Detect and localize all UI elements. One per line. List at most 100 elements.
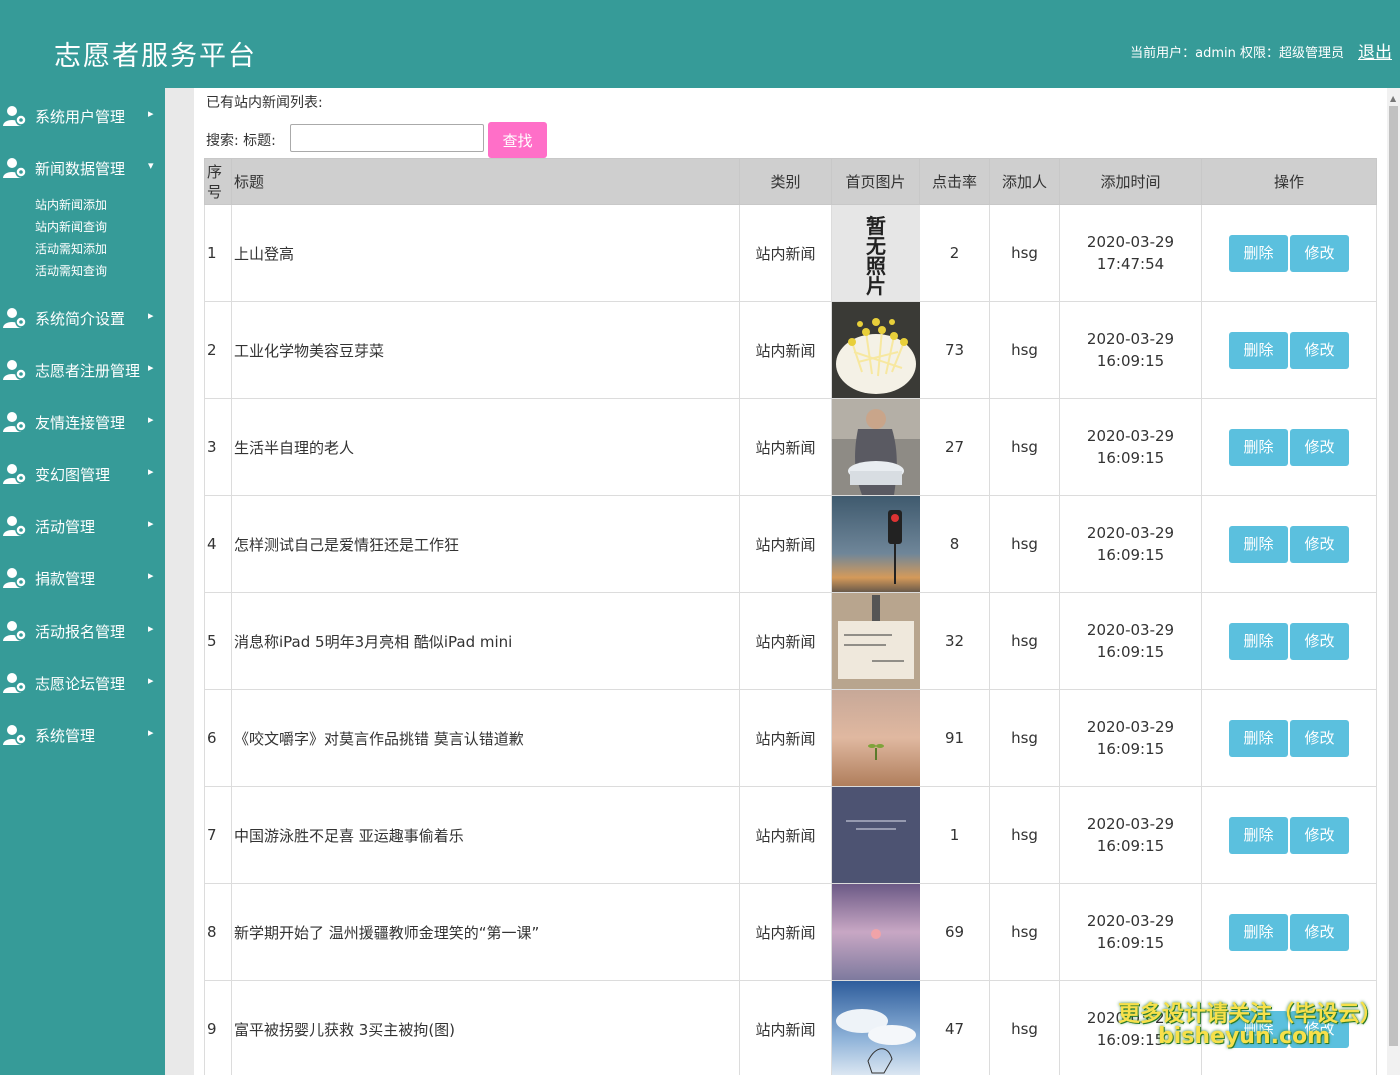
- edit-button[interactable]: 修改: [1290, 913, 1349, 951]
- user-group-icon: [3, 463, 27, 485]
- cell-time: 2020-03-29 16:09:15: [1059, 398, 1202, 496]
- cell-clock: 16:09:15: [1096, 643, 1165, 661]
- sidebar-subitem-2[interactable]: 活动需知添加: [35, 240, 107, 257]
- user-group-icon: [3, 307, 27, 329]
- cell-clock: 16:09:15: [1096, 546, 1165, 564]
- col-header-actions: 操作: [1201, 158, 1377, 205]
- user-group-icon: [3, 672, 27, 694]
- cell-id: 5: [204, 592, 232, 690]
- logout-link[interactable]: 退出: [1358, 38, 1392, 63]
- cell-category: 站内新闻: [739, 204, 832, 302]
- cell-clicks: 1: [919, 786, 990, 884]
- delete-button[interactable]: 删除: [1229, 234, 1288, 272]
- sidebar-item-0[interactable]: 系统用户管理 ▸: [0, 100, 165, 132]
- sidebar-subitem-1[interactable]: 站内新闻查询: [35, 218, 107, 235]
- sidebar-subitem-0[interactable]: 站内新闻添加: [35, 196, 107, 213]
- cell-thumbnail: [831, 495, 920, 593]
- sidebar-item-3[interactable]: 志愿者注册管理 ▸: [0, 354, 165, 386]
- scroll-thumb[interactable]: [1389, 106, 1398, 1046]
- cell-title: 生活半自理的老人: [231, 398, 740, 496]
- cell-date: 2020-03-29: [1086, 718, 1175, 736]
- sprout-photo: [832, 690, 920, 786]
- user-group-icon: [3, 620, 27, 642]
- cell-author: hsg: [989, 301, 1060, 399]
- chevron-right-icon: ▸: [148, 674, 154, 687]
- search-button[interactable]: 查找: [488, 122, 547, 158]
- chevron-right-icon: ▸: [148, 309, 154, 322]
- search-label: 搜索: 标题:: [206, 133, 276, 149]
- scroll-up-arrow-icon[interactable]: ▲: [1390, 94, 1396, 103]
- handwritten-note-photo: [832, 593, 920, 689]
- sidebar-item-label: 系统管理: [35, 727, 96, 745]
- search-title-input[interactable]: [290, 124, 484, 152]
- delete-button[interactable]: 删除: [1229, 719, 1288, 757]
- edit-button[interactable]: 修改: [1290, 331, 1349, 369]
- chevron-right-icon: ▸: [148, 569, 154, 582]
- cell-actions: 删除 修改: [1201, 495, 1377, 593]
- cell-thumbnail: [831, 301, 920, 399]
- sidebar-item-1[interactable]: 新闻数据管理 ▾: [0, 152, 165, 184]
- sidebar-item-2[interactable]: 系统简介设置 ▸: [0, 302, 165, 334]
- cell-actions: 删除 修改: [1201, 301, 1377, 399]
- delete-button[interactable]: 删除: [1229, 913, 1288, 951]
- sidebar-item-10[interactable]: 系统管理 ▸: [0, 719, 165, 751]
- cell-id: 9: [204, 980, 232, 1075]
- main-content: 已有站内新闻列表: 搜索: 标题: 查找 序号 标题 类别 首页图片 点击率 添…: [194, 88, 1387, 1075]
- cell-thumbnail: [831, 592, 920, 690]
- cell-author: hsg: [989, 204, 1060, 302]
- edit-button[interactable]: 修改: [1290, 428, 1349, 466]
- sidebar-item-7[interactable]: 捐款管理 ▸: [0, 562, 165, 594]
- cell-clock: 16:09:15: [1096, 740, 1165, 758]
- sidebar-item-label: 志愿论坛管理: [35, 675, 126, 693]
- sidebar: 系统用户管理 ▸ 新闻数据管理 ▾ 系统简介设置 ▸ 志愿者注册管理 ▸ 友情连接管理 ▸ 变幻图管…: [0, 88, 165, 1075]
- sidebar-item-9[interactable]: 志愿论坛管理 ▸: [0, 667, 165, 699]
- sidebar-item-8[interactable]: 活动报名管理 ▸: [0, 615, 165, 647]
- cell-clock: 17:47:54: [1096, 255, 1165, 273]
- cell-clicks: 47: [919, 980, 990, 1075]
- table-row: 3 生活半自理的老人 站内新闻 27 hsg 2020-03-29 16:09:15 删除 修改: [204, 398, 1377, 496]
- app-title: 志愿者服务平台: [54, 41, 257, 72]
- cell-time: 2020-03-29 17:47:54: [1059, 204, 1202, 302]
- text-card-photo: [832, 787, 920, 883]
- edit-button[interactable]: 修改: [1290, 719, 1349, 757]
- cell-title: 中国游泳胜不足喜 亚运趣事偷着乐: [231, 786, 740, 884]
- cell-title: 怎样测试自己是爱情狂还是工作狂: [231, 495, 740, 593]
- cell-actions: 删除 修改: [1201, 592, 1377, 690]
- edit-button[interactable]: 修改: [1290, 622, 1349, 660]
- cell-clicks: 2: [919, 204, 990, 302]
- user-group-icon: [3, 567, 27, 589]
- edit-button[interactable]: 修改: [1290, 525, 1349, 563]
- delete-button[interactable]: 删除: [1229, 622, 1288, 660]
- user-group-icon: [3, 515, 27, 537]
- edit-button[interactable]: 修改: [1290, 816, 1349, 854]
- delete-button[interactable]: 删除: [1229, 816, 1288, 854]
- cell-clock: 16:09:15: [1096, 352, 1165, 370]
- sidebar-subitem-3[interactable]: 活动需知查询: [35, 262, 107, 279]
- chevron-right-icon: ▸: [148, 107, 154, 120]
- cell-clock: 16:09:15: [1096, 934, 1165, 952]
- header: 志愿者服务平台 当前用户：admin 权限：超级管理员 退出: [0, 0, 1400, 88]
- cell-id: 1: [204, 204, 232, 302]
- cell-thumbnail: [831, 883, 920, 981]
- cell-title: 消息称iPad 5明年3月亮相 酷似iPad mini: [231, 592, 740, 690]
- cell-clicks: 8: [919, 495, 990, 593]
- svg-text:片: 片: [866, 274, 886, 298]
- chevron-down-icon: ▾: [148, 159, 154, 172]
- sidebar-item-label: 系统用户管理: [35, 108, 126, 126]
- cell-id: 8: [204, 883, 232, 981]
- cell-category: 站内新闻: [739, 883, 832, 981]
- cell-clock: 16:09:15: [1096, 837, 1165, 855]
- cell-thumbnail: [831, 689, 920, 787]
- delete-button[interactable]: 删除: [1229, 525, 1288, 563]
- vertical-scrollbar[interactable]: ▲: [1387, 88, 1400, 1075]
- col-header-image: 首页图片: [831, 158, 920, 205]
- sidebar-item-5[interactable]: 变幻图管理 ▸: [0, 458, 165, 490]
- cell-author: hsg: [989, 398, 1060, 496]
- table-row: 2 工业化学物美容豆芽菜 站内新闻 73 hsg 2020-03-29 16:09:15 删除…: [204, 301, 1377, 399]
- sidebar-item-4[interactable]: 友情连接管理 ▸: [0, 406, 165, 438]
- sidebar-item-label: 志愿者注册管理: [35, 362, 141, 380]
- sidebar-item-6[interactable]: 活动管理 ▸: [0, 510, 165, 542]
- delete-button[interactable]: 删除: [1229, 428, 1288, 466]
- delete-button[interactable]: 删除: [1229, 331, 1288, 369]
- edit-button[interactable]: 修改: [1290, 234, 1349, 272]
